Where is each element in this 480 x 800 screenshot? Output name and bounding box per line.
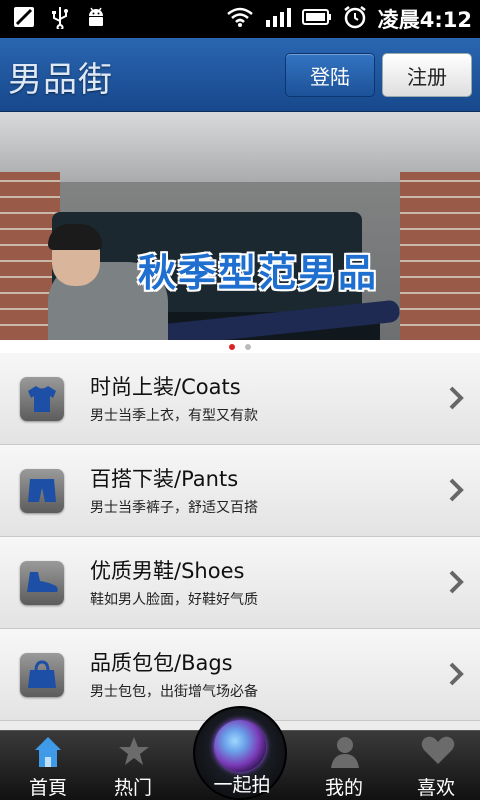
list-item-title: 时尚上装/Coats bbox=[90, 375, 241, 399]
list-item-subtitle: 男士当季上衣，有型又有款 bbox=[90, 408, 258, 424]
tab-home[interactable]: 首頁 bbox=[0, 731, 96, 800]
tab-favorites[interactable]: 喜欢 bbox=[388, 731, 480, 800]
list-item-title: 优质男鞋/Shoes bbox=[90, 559, 245, 583]
tab-label: 热门 bbox=[113, 777, 152, 799]
chevron-right-icon bbox=[446, 475, 466, 509]
battery-icon bbox=[301, 8, 332, 30]
camera-icon bbox=[214, 720, 266, 772]
alarm-icon bbox=[342, 4, 368, 34]
tab-label: 喜欢 bbox=[416, 777, 455, 799]
android-debug-icon bbox=[84, 5, 108, 33]
list-item-subtitle: 男士包包，出街增气场必备 bbox=[90, 684, 258, 700]
promo-banner[interactable]: 秋季型范男品 bbox=[0, 112, 480, 340]
shoe-icon bbox=[20, 561, 64, 605]
tab-hot[interactable]: 热门 bbox=[85, 731, 181, 800]
banner-page-indicator bbox=[0, 340, 480, 353]
wifi-icon bbox=[226, 6, 254, 32]
bag-icon bbox=[20, 653, 64, 697]
list-item-coats[interactable]: 时尚上装/Coats 男士当季上衣，有型又有款 bbox=[0, 353, 480, 445]
banner-title: 秋季型范男品 bbox=[138, 251, 379, 295]
chevron-right-icon bbox=[446, 383, 466, 417]
list-item-shoes[interactable]: 优质男鞋/Shoes 鞋如男人脸面，好鞋好气质 bbox=[0, 537, 480, 629]
heart-icon bbox=[421, 735, 455, 769]
list-item-subtitle: 男士当季裤子，舒适又百搭 bbox=[90, 500, 258, 516]
home-icon bbox=[33, 735, 63, 773]
register-button[interactable]: 注册 bbox=[382, 53, 472, 97]
clock-time: 凌晨4:12 bbox=[377, 8, 472, 32]
shorts-icon bbox=[20, 469, 64, 513]
list-item-title: 品质包包/Bags bbox=[90, 651, 233, 675]
chevron-right-icon bbox=[446, 659, 466, 693]
no-sim-icon bbox=[12, 5, 36, 33]
tab-shoot[interactable]: 一起拍 bbox=[193, 706, 287, 800]
list-item-title: 百搭下装/Pants bbox=[90, 467, 239, 491]
tab-mine[interactable]: 我的 bbox=[296, 731, 392, 800]
login-button[interactable]: 登陆 bbox=[285, 53, 375, 97]
app-logo: 男品街 bbox=[8, 60, 113, 100]
app-screen: 凌晨4:12 男品街 登陆 注册 秋季型范男品 时尚上装/Coats 男士当季上… bbox=[0, 0, 480, 800]
star-icon bbox=[118, 735, 150, 771]
page-dot[interactable] bbox=[245, 343, 251, 350]
signal-icon bbox=[264, 6, 292, 32]
list-item-pants[interactable]: 百搭下装/Pants 男士当季裤子，舒适又百搭 bbox=[0, 445, 480, 537]
tab-label: 一起拍 bbox=[213, 774, 271, 796]
page-dot-active[interactable] bbox=[229, 343, 235, 350]
chevron-right-icon bbox=[446, 567, 466, 601]
app-header: 男品街 登陆 注册 bbox=[0, 38, 480, 112]
tab-label: 我的 bbox=[324, 777, 363, 799]
status-bar: 凌晨4:12 bbox=[0, 0, 480, 38]
user-icon bbox=[329, 735, 361, 773]
category-list: 时尚上装/Coats 男士当季上衣，有型又有款 百搭下装/Pants 男士当季裤… bbox=[0, 353, 480, 721]
shirt-icon bbox=[20, 377, 64, 421]
usb-icon bbox=[50, 5, 70, 33]
list-item-subtitle: 鞋如男人脸面，好鞋好气质 bbox=[90, 592, 258, 608]
tab-label: 首頁 bbox=[28, 777, 67, 799]
